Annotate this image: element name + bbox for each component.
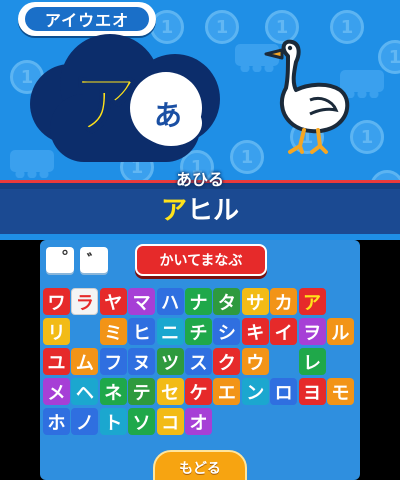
kana-key[interactable]: ア [298,288,326,315]
word-hiragana: あひる [175,170,224,189]
kana-key[interactable]: ハ [156,288,184,315]
kana-key[interactable]: ミ [99,318,127,345]
kana-key[interactable]: カ [270,288,298,315]
kana-key[interactable]: ウ [241,348,269,375]
title-tab: アイウエオ [18,2,156,36]
handakuten-button[interactable]: ° [46,247,74,273]
coin-pattern-icon: 1 [378,40,400,74]
kana-key[interactable]: リ [43,318,70,345]
kana-key[interactable]: ヤ [99,288,127,315]
kana-key[interactable]: レ [298,348,326,375]
bottom-screen: ° ゛ かいてまなぶ ワラヤマハナタサカアリ ミヒニチシキイヲルユムフヌツスクウ レ… [0,240,400,480]
kana-key[interactable]: シ [213,318,241,345]
kana-key[interactable]: ス [184,348,212,375]
word-katakana: アヒル [0,188,400,228]
kana-key[interactable]: コ [156,408,184,435]
kana-key[interactable]: ト [99,408,127,435]
kana-key[interactable]: ヨ [298,378,326,405]
top-screen: 111111111111 アイウエオ ア あ あひる アヒル [0,0,400,240]
kana-key[interactable]: ニ [156,318,184,345]
kana-key[interactable]: マ [128,288,156,315]
kana-key[interactable]: オ [184,408,212,435]
back-button[interactable]: もどる [153,450,247,480]
kana-key[interactable]: エ [213,378,241,405]
kana-key[interactable]: メ [43,378,70,405]
kana-key[interactable]: ツ [156,348,184,375]
kana-key[interactable]: ヲ [298,318,326,345]
kana-key[interactable]: モ [326,378,354,405]
kana-key[interactable]: タ [213,288,241,315]
kana-big: ア [71,65,139,144]
kana-key[interactable]: チ [184,318,212,345]
word-katakana-first: ア [160,195,187,226]
kana-key[interactable]: ク [213,348,241,375]
word-katakana-rest: ヒル [187,195,240,226]
kana-key[interactable]: ヘ [71,378,99,405]
kana-key[interactable]: ヌ [128,348,156,375]
kana-key[interactable]: ホ [43,408,70,435]
kana-key[interactable]: ネ [99,378,127,405]
kana-panel: ° ゛ かいてまなぶ ワラヤマハナタサカアリ ミヒニチシキイヲルユムフヌツスクウ レ… [40,240,360,480]
kana-key[interactable]: サ [241,288,269,315]
kana-key[interactable]: ル [326,318,354,345]
dakuten-button[interactable]: ゛ [80,247,108,273]
kana-key[interactable]: ラ [71,288,99,315]
kana-grid: ワラヤマハナタサカアリ ミヒニチシキイヲルユムフヌツスクウ レメヘネテセケエンロヨモ… [43,288,357,440]
goose-illustration [264,39,350,154]
kana-key[interactable]: イ [270,318,298,345]
kana-key[interactable]: ソ [128,408,156,435]
kana-key[interactable]: ケ [184,378,212,405]
kana-key[interactable]: ノ [71,408,99,435]
kana-key[interactable]: ワ [43,288,70,315]
kana-key[interactable]: キ [241,318,269,345]
kana-key[interactable]: フ [99,348,127,375]
kana-key[interactable]: ナ [184,288,212,315]
title-tab-label: アイウエオ [25,7,149,31]
kana-key[interactable]: テ [128,378,156,405]
kana-small: あ [153,99,182,132]
kana-key[interactable]: ユ [43,348,70,375]
write-practice-button[interactable]: かいてまなぶ [135,244,267,276]
kana-cloud: ア あ [30,34,220,164]
kana-key[interactable]: ヒ [128,318,156,345]
kana-key[interactable]: ロ [270,378,298,405]
kana-key[interactable]: ン [241,378,269,405]
kana-key[interactable]: ム [71,348,99,375]
kana-key[interactable]: セ [156,378,184,405]
